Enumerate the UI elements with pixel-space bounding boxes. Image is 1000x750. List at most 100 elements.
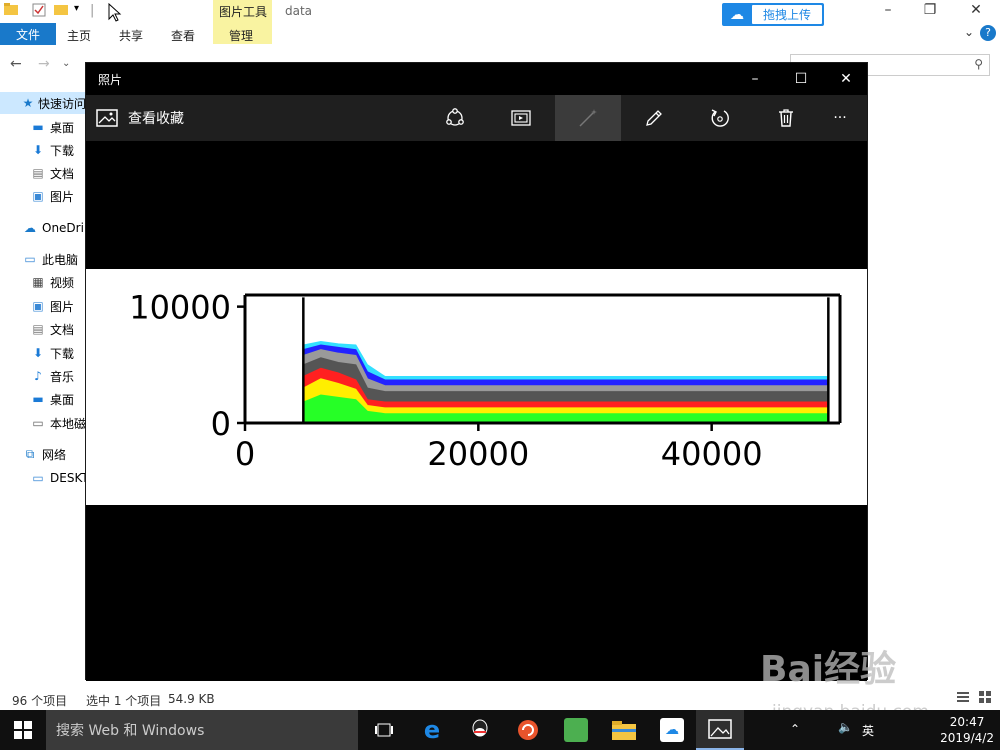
- edit-button[interactable]: [621, 95, 687, 141]
- back-arrow-icon[interactable]: ←: [10, 56, 22, 72]
- photos-app-icon: [708, 719, 732, 739]
- snail-icon: [518, 720, 538, 740]
- forward-arrow-icon[interactable]: →: [38, 56, 50, 72]
- separator: |: [90, 3, 95, 18]
- delete-button[interactable]: [753, 95, 819, 141]
- document-icon: ▤: [32, 166, 44, 180]
- explorer-minimize-button[interactable]: –: [878, 2, 898, 18]
- view-collection-button[interactable]: 查看收藏: [96, 95, 184, 141]
- item-count: 96 个项目: [12, 694, 68, 708]
- displayed-image[interactable]: 0 20000 40000 0 10000: [86, 269, 867, 505]
- sidebar-item-label: 下载: [50, 346, 75, 361]
- photos-window: 照片 – ☐ ✕ 查看收藏 ··· 0 20000 40000 0 10000: [85, 62, 869, 681]
- sidebar-item-label: 文档: [50, 322, 75, 337]
- task-view-icon: [375, 723, 393, 737]
- explorer-close-button[interactable]: ✕: [966, 2, 986, 18]
- windows-logo-icon: [14, 721, 32, 739]
- picture-icon: ▣: [32, 299, 44, 313]
- delete-icon: [779, 109, 793, 127]
- monitor-icon: ▭: [32, 471, 44, 485]
- sidebar-item[interactable]: ▭ DESKT: [30, 467, 89, 489]
- sidebar-item[interactable]: ▭ 本地磁: [30, 412, 86, 434]
- baidu-cloud-icon: ☁: [730, 6, 744, 23]
- sidebar-item[interactable]: ♪ 音乐: [30, 365, 74, 387]
- share-button[interactable]: [422, 95, 488, 141]
- sidebar-item[interactable]: ⧉ 网络: [22, 443, 66, 465]
- taskbar-search-box[interactable]: 搜索 Web 和 Windows: [46, 710, 358, 750]
- folder-icon[interactable]: [4, 3, 18, 19]
- sidebar-item-label: DESKT: [50, 471, 89, 485]
- enhance-button[interactable]: [555, 95, 621, 141]
- taskbar-qq[interactable]: [456, 710, 504, 750]
- sidebar-item-label: 视频: [50, 275, 75, 290]
- more-icon: ···: [833, 110, 847, 126]
- slideshow-button[interactable]: [488, 95, 554, 141]
- tab-share[interactable]: 共享: [119, 27, 143, 44]
- customize-quickaccess-icon[interactable]: ▾: [74, 3, 79, 14]
- large-icons-view-icon[interactable]: [978, 690, 992, 707]
- start-button[interactable]: [0, 710, 46, 750]
- recent-locations-icon[interactable]: ⌄: [62, 58, 70, 69]
- show-hidden-icons[interactable]: ⌃: [790, 722, 800, 736]
- sidebar-item[interactable]: ☁ OneDri: [22, 217, 84, 239]
- properties-icon[interactable]: [32, 3, 46, 21]
- task-view-button[interactable]: [360, 710, 408, 750]
- volume-icon[interactable]: 🔈: [838, 720, 853, 734]
- clock[interactable]: 20:47 2019/4/2: [940, 714, 994, 746]
- sidebar-item[interactable]: ▣ 图片: [30, 185, 74, 207]
- help-icon[interactable]: ?: [980, 25, 996, 41]
- tab-home[interactable]: 主页: [67, 27, 91, 44]
- taskbar-photos[interactable]: [696, 710, 744, 750]
- sidebar-item[interactable]: ▬ 桌面: [30, 116, 74, 138]
- chevron-down-icon[interactable]: ⌄: [964, 25, 974, 39]
- sidebar-item[interactable]: ▦ 视频: [30, 271, 74, 293]
- slideshow-icon: [511, 110, 531, 126]
- sidebar-item[interactable]: ★ 快速访问: [0, 92, 86, 114]
- taskbar-snail-app[interactable]: [504, 710, 552, 750]
- sidebar-item-label: 文档: [50, 166, 75, 181]
- photo-viewer-canvas[interactable]: 0 20000 40000 0 10000: [86, 141, 867, 681]
- tab-manage[interactable]: 管理: [229, 27, 253, 44]
- edge-icon: e: [423, 716, 441, 744]
- ime-indicator[interactable]: 英: [862, 722, 874, 739]
- sidebar-item-label: 网络: [42, 447, 67, 462]
- sidebar-item[interactable]: ▤ 文档: [30, 162, 74, 184]
- sidebar-item[interactable]: ▤ 文档: [30, 318, 74, 340]
- cloud-icon: ☁: [24, 221, 36, 235]
- picture-icon: ▣: [32, 189, 44, 203]
- photos-maximize-button[interactable]: ☐: [778, 63, 824, 95]
- taskbar-green-app[interactable]: [552, 710, 600, 750]
- sidebar-item[interactable]: ▭ 此电脑: [22, 248, 78, 270]
- sidebar-item-label: 快速访问: [37, 96, 86, 111]
- music-icon: ♪: [34, 369, 42, 383]
- sidebar-item[interactable]: ▬ 桌面: [30, 388, 74, 410]
- view-collection-label: 查看收藏: [128, 111, 184, 127]
- selection-size: 54.9 KB: [168, 692, 215, 706]
- sidebar-item[interactable]: ▣ 图片: [30, 295, 74, 317]
- tab-view[interactable]: 查看: [171, 27, 195, 44]
- rotate-button[interactable]: [687, 95, 753, 141]
- desktop-icon: ▬: [32, 392, 44, 406]
- sidebar-item-label: 桌面: [50, 392, 75, 407]
- sidebar-item[interactable]: ⬇ 下载: [30, 139, 74, 161]
- taskbar: 搜索 Web 和 Windows e ☁ ⌃ 🔈 英 20:47 2019/4/…: [0, 710, 1000, 750]
- tab-file[interactable]: 文件: [0, 23, 56, 45]
- x-tick-label: 0: [235, 435, 255, 473]
- sidebar-item-label: 此电脑: [42, 252, 79, 267]
- more-options-button[interactable]: ···: [812, 95, 868, 141]
- new-folder-icon[interactable]: [54, 3, 68, 19]
- taskbar-baidu-netdisk[interactable]: ☁: [648, 710, 696, 750]
- details-view-icon[interactable]: [956, 690, 970, 707]
- photos-close-button[interactable]: ✕: [823, 63, 869, 95]
- taskbar-file-explorer[interactable]: [600, 710, 648, 750]
- clock-time: 20:47: [949, 715, 985, 729]
- selection-count: 选中 1 个项目: [86, 694, 162, 708]
- photos-minimize-button[interactable]: –: [732, 63, 778, 95]
- clock-date: 2019/4/2: [940, 731, 994, 745]
- download-icon: ⬇: [32, 346, 44, 360]
- taskbar-edge[interactable]: e: [408, 710, 456, 750]
- sidebar-item[interactable]: ⬇ 下载: [30, 342, 74, 364]
- stacked-area-chart: 0 20000 40000 0 10000: [129, 289, 842, 473]
- explorer-maximize-button[interactable]: ❐: [920, 2, 940, 18]
- window-title: data: [285, 4, 313, 18]
